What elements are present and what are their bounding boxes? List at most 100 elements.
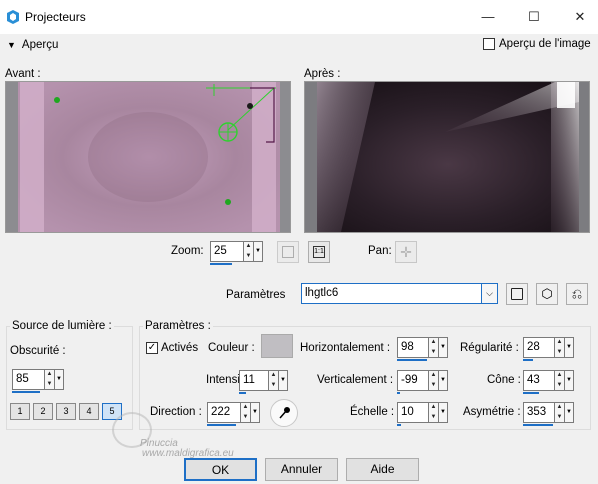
- cone-dropdown-icon[interactable]: ▼: [565, 370, 574, 391]
- darkness-spin-arrows[interactable]: ▲ ▼: [45, 369, 55, 390]
- vertical-input[interactable]: -99: [397, 370, 429, 391]
- actual-size-icon: 1:1: [313, 246, 325, 258]
- arrow-down-icon[interactable]: ▼: [429, 413, 438, 423]
- horizontal-dropdown-icon[interactable]: ▼: [439, 337, 448, 358]
- help-button[interactable]: Aide: [346, 458, 419, 481]
- arrow-up-icon[interactable]: ▲: [244, 242, 253, 252]
- ok-button[interactable]: OK: [184, 458, 257, 481]
- zoom-focus-underline: [210, 263, 232, 265]
- vertical-dropdown-icon[interactable]: ▼: [439, 370, 448, 391]
- reset-preset-button[interactable]: ⎌: [566, 283, 588, 305]
- scale-input[interactable]: 10: [397, 402, 429, 423]
- load-preset-button[interactable]: ⬡: [536, 283, 558, 305]
- regularity-dropdown-icon[interactable]: ▼: [565, 337, 574, 358]
- arrow-up-icon[interactable]: ▲: [429, 338, 438, 348]
- asymmetry-spin-arrows[interactable]: ▲ ▼: [555, 402, 565, 423]
- light-preset-4[interactable]: 4: [79, 403, 99, 420]
- arrow-down-icon[interactable]: ▼: [429, 381, 438, 391]
- preview-toggle[interactable]: ▼ Aperçu: [7, 39, 58, 51]
- asymmetry-input[interactable]: 353: [523, 402, 555, 423]
- arrow-up-icon[interactable]: ▲: [429, 403, 438, 413]
- arrow-down-icon[interactable]: ▼: [269, 381, 278, 391]
- arrow-up-icon[interactable]: ▲: [555, 338, 564, 348]
- light-source-group-label: Source de lumière :: [10, 320, 114, 332]
- app-icon: [7, 10, 19, 24]
- cone-label: Cône :: [487, 374, 521, 386]
- presets-input[interactable]: lhgtlc6: [301, 283, 482, 304]
- vertical-spin-arrows[interactable]: ▲ ▼: [429, 370, 439, 391]
- zoom-stepper[interactable]: 25 ▲ ▼ ▼: [210, 241, 263, 265]
- arrow-down-icon[interactable]: ▼: [429, 348, 438, 358]
- direction-focus-underline: [207, 424, 236, 426]
- arrow-down-icon[interactable]: ▼: [555, 348, 564, 358]
- horizontal-stepper[interactable]: 98 ▲ ▼ ▼: [397, 337, 448, 361]
- horizontal-spin-arrows[interactable]: ▲ ▼: [429, 337, 439, 358]
- darkness-input[interactable]: 85: [12, 369, 45, 390]
- light-preset-2[interactable]: 2: [33, 403, 53, 420]
- direction-input[interactable]: 222: [207, 402, 241, 423]
- intensity-spin-arrows[interactable]: ▲ ▼: [269, 370, 279, 391]
- close-icon[interactable]: ✕: [570, 8, 590, 26]
- intensity-focus-underline: [239, 392, 246, 394]
- zoom-spin-arrows[interactable]: ▲ ▼: [244, 241, 254, 262]
- intensity-dropdown-icon[interactable]: ▼: [279, 370, 288, 391]
- direction-dial[interactable]: [270, 399, 298, 427]
- cone-input[interactable]: 43: [523, 370, 555, 391]
- presets-dropdown[interactable]: lhgtlc6 ⌵: [301, 283, 498, 304]
- regularity-stepper[interactable]: 28 ▲ ▼ ▼: [523, 337, 574, 361]
- darkness-dropdown-icon[interactable]: ▼: [55, 369, 64, 390]
- image-preview-checkbox[interactable]: Aperçu de l'image: [483, 38, 591, 50]
- regularity-spin-arrows[interactable]: ▲ ▼: [555, 337, 565, 358]
- direction-dropdown-icon[interactable]: ▼: [251, 402, 260, 423]
- light-preset-1[interactable]: 1: [10, 403, 30, 420]
- minimize-icon[interactable]: —: [478, 8, 498, 26]
- scale-stepper[interactable]: 10 ▲ ▼ ▼: [397, 402, 448, 426]
- cone-spin-arrows[interactable]: ▲ ▼: [555, 370, 565, 391]
- darkness-stepper[interactable]: 85 ▲ ▼ ▼: [12, 369, 64, 393]
- asymmetry-dropdown-icon[interactable]: ▼: [565, 402, 574, 423]
- direction-stepper[interactable]: 222 ▲ ▼ ▼: [207, 402, 260, 426]
- asymmetry-stepper[interactable]: 353 ▲ ▼ ▼: [523, 402, 574, 426]
- arrow-up-icon[interactable]: ▲: [429, 371, 438, 381]
- arrow-down-icon[interactable]: ▼: [244, 252, 253, 262]
- zoom-fit-button[interactable]: [277, 241, 299, 263]
- darkness-label: Obscurité :: [10, 345, 66, 357]
- scale-dropdown-icon[interactable]: ▼: [439, 402, 448, 423]
- arrow-up-icon[interactable]: ▲: [269, 371, 278, 381]
- arrow-up-icon[interactable]: ▲: [45, 370, 54, 380]
- after-preview-image: [305, 82, 589, 232]
- arrow-down-icon[interactable]: ▼: [555, 413, 564, 423]
- arrow-up-icon[interactable]: ▲: [555, 371, 564, 381]
- zoom-actual-size-button[interactable]: 1:1: [308, 241, 330, 263]
- cone-stepper[interactable]: 43 ▲ ▼ ▼: [523, 370, 574, 394]
- intensity-input[interactable]: 11: [239, 370, 269, 391]
- direction-spin-arrows[interactable]: ▲ ▼: [241, 402, 251, 423]
- scale-label: Échelle :: [350, 406, 395, 418]
- horizontal-input[interactable]: 98: [397, 337, 429, 358]
- cancel-button[interactable]: Annuler: [265, 458, 338, 481]
- save-preset-button[interactable]: [506, 283, 528, 305]
- arrow-down-icon[interactable]: ▼: [555, 381, 564, 391]
- before-preview[interactable]: [5, 81, 291, 233]
- maximize-icon[interactable]: ☐: [524, 8, 544, 26]
- arrow-down-icon[interactable]: ▼: [45, 380, 54, 390]
- vertical-stepper[interactable]: -99 ▲ ▼ ▼: [397, 370, 448, 394]
- light-preset-3[interactable]: 3: [56, 403, 76, 420]
- intensity-stepper[interactable]: 11 ▲ ▼ ▼: [239, 370, 288, 394]
- vertical-label: Verticalement :: [317, 374, 394, 386]
- color-swatch[interactable]: [261, 334, 293, 358]
- checkbox-unchecked-icon: [483, 38, 495, 50]
- before-preview-image[interactable]: [6, 82, 290, 232]
- presets-dropdown-icon[interactable]: ⌵: [482, 283, 498, 304]
- arrow-down-icon[interactable]: ▼: [241, 413, 250, 423]
- scale-spin-arrows[interactable]: ▲ ▼: [429, 402, 439, 423]
- regularity-focus-underline: [523, 359, 533, 361]
- enabled-checkbox[interactable]: ✓ Activés: [146, 342, 198, 354]
- zoom-dropdown-icon[interactable]: ▼: [254, 241, 263, 262]
- zoom-input[interactable]: 25: [210, 241, 244, 262]
- arrow-up-icon[interactable]: ▲: [241, 403, 250, 413]
- parameters-group-label: Paramètres :: [143, 320, 213, 332]
- regularity-input[interactable]: 28: [523, 337, 555, 358]
- arrow-up-icon[interactable]: ▲: [555, 403, 564, 413]
- pan-button[interactable]: ✛: [395, 241, 417, 263]
